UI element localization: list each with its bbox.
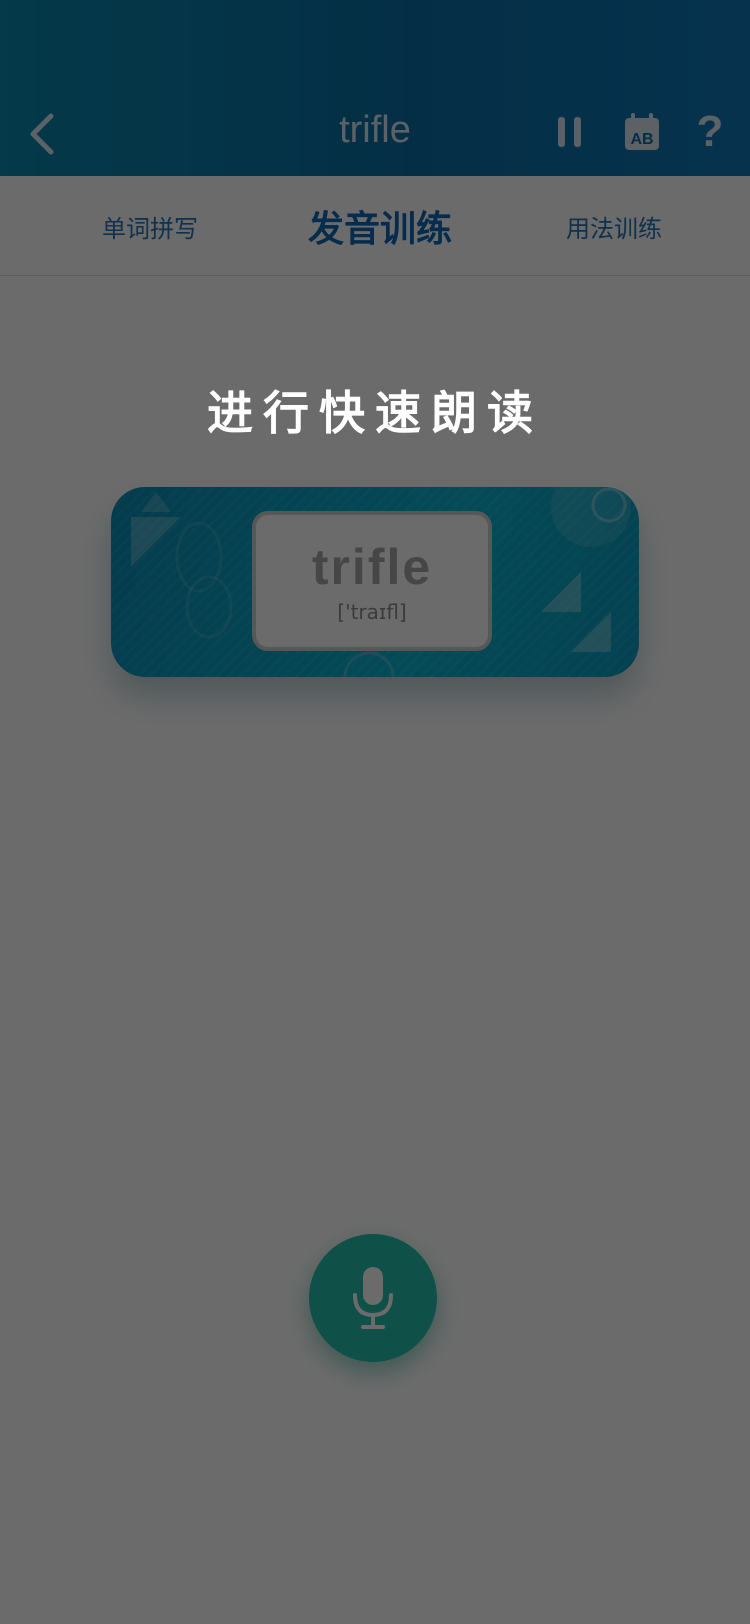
word-card: trifle ['traɪfl] xyxy=(111,487,639,677)
tab-pronunciation-training[interactable]: 发音训练 xyxy=(270,176,490,276)
tab-word-spelling[interactable]: 单词拼写 xyxy=(70,176,230,276)
pause-button[interactable] xyxy=(548,108,592,156)
word-phonetic: ['traɪfl] xyxy=(337,600,407,624)
calendar-badge-text: AB xyxy=(630,131,653,148)
microphone-icon xyxy=(353,1267,393,1329)
tab-bar: 单词拼写 发音训练 用法训练 xyxy=(0,176,750,276)
app-header: trifle AB ? xyxy=(0,0,750,176)
word-text: trifle xyxy=(311,539,433,595)
main-content: trifle ['traɪfl] xyxy=(0,277,750,1624)
help-button[interactable]: ? xyxy=(688,107,732,156)
calendar-ab-icon: AB xyxy=(625,113,659,150)
tab-usage-training[interactable]: 用法训练 xyxy=(534,176,694,276)
microphone-button[interactable] xyxy=(309,1234,437,1362)
calendar-button[interactable]: AB xyxy=(618,108,666,156)
pause-icon xyxy=(558,117,581,147)
word-box: trifle ['traɪfl] xyxy=(252,511,492,651)
